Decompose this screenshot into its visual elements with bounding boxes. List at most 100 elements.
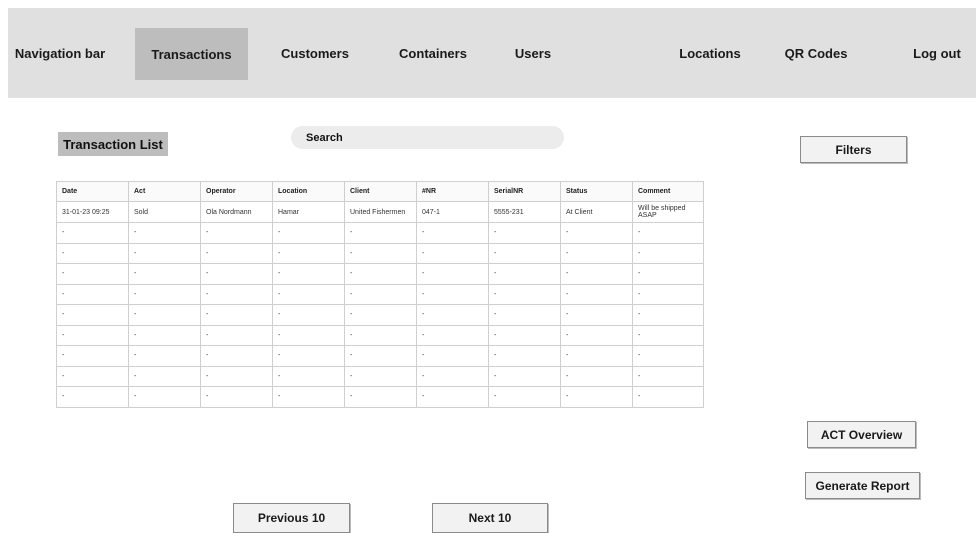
table-cell: - <box>488 222 561 244</box>
table-cell: - <box>272 242 345 264</box>
table-cell: - <box>560 386 633 408</box>
table-cell: - <box>488 263 561 285</box>
nav-tab-customers[interactable]: Customers <box>270 8 360 98</box>
column-header[interactable]: Status <box>560 181 633 202</box>
column-header[interactable]: Location <box>272 181 345 202</box>
table-cell: - <box>488 324 561 346</box>
column-header[interactable]: #NR <box>416 181 489 202</box>
table-cell: - <box>488 283 561 305</box>
table-cell: - <box>128 345 201 367</box>
search-input[interactable]: Search <box>291 126 564 149</box>
table-cell: - <box>56 263 129 285</box>
table-row[interactable]: --------- <box>56 365 704 387</box>
navigation-bar: Navigation bar Transactions Customers Co… <box>8 8 976 98</box>
table-row[interactable]: --------- <box>56 345 704 367</box>
search-label: Search <box>306 131 343 144</box>
table-cell: Sold <box>128 201 201 223</box>
table-cell: - <box>272 283 345 305</box>
table-cell: - <box>56 283 129 305</box>
nav-tab-locations[interactable]: Locations <box>670 8 750 98</box>
table-cell: - <box>56 345 129 367</box>
column-header[interactable]: Client <box>344 181 417 202</box>
table-cell: Hamar <box>272 201 345 223</box>
table-cell: - <box>200 283 273 305</box>
column-header[interactable]: Act <box>128 181 201 202</box>
table-cell: - <box>128 304 201 326</box>
table-cell: - <box>560 324 633 346</box>
table-cell: - <box>272 263 345 285</box>
table-cell: - <box>560 283 633 305</box>
table-cell: - <box>56 386 129 408</box>
column-header[interactable]: Operator <box>200 181 273 202</box>
table-cell: - <box>128 365 201 387</box>
column-header[interactable]: Date <box>56 181 129 202</box>
table-row[interactable]: --------- <box>56 283 704 305</box>
table-cell: - <box>344 345 417 367</box>
nav-log-out[interactable]: Log out <box>906 8 968 98</box>
table-cell: - <box>200 304 273 326</box>
table-cell: - <box>272 324 345 346</box>
table-row[interactable]: 31-01-23 09:25 Sold Ola Nordmann Hamar Unite… <box>56 201 704 223</box>
column-header[interactable]: Comment <box>632 181 704 202</box>
table-cell: - <box>416 324 489 346</box>
table-cell: - <box>560 365 633 387</box>
table-cell: - <box>632 386 704 408</box>
table-cell: - <box>56 242 129 264</box>
table-cell: - <box>128 242 201 264</box>
table-cell: - <box>488 304 561 326</box>
nav-tab-containers[interactable]: Containers <box>388 8 478 98</box>
nav-tab-transactions[interactable]: Transactions <box>135 28 248 80</box>
nav-bar-label: Navigation bar <box>14 45 106 61</box>
act-overview-button[interactable]: ACT Overview <box>807 421 916 448</box>
table-cell: - <box>632 242 704 264</box>
table-row[interactable]: --------- <box>56 222 704 244</box>
table-cell: - <box>272 386 345 408</box>
nav-tab-qr-codes[interactable]: QR Codes <box>780 8 852 98</box>
table-cell: - <box>560 345 633 367</box>
table-cell: Ola Nordmann <box>200 201 273 223</box>
table-cell: - <box>344 365 417 387</box>
table-cell: - <box>200 324 273 346</box>
table-cell: - <box>632 222 704 244</box>
table-cell: - <box>632 304 704 326</box>
table-cell: - <box>200 386 273 408</box>
nav-tab-users[interactable]: Users <box>503 8 563 98</box>
table-cell: - <box>272 365 345 387</box>
table-cell: - <box>632 345 704 367</box>
table-cell: - <box>344 283 417 305</box>
table-cell: - <box>344 222 417 244</box>
table-cell: - <box>200 365 273 387</box>
column-header[interactable]: SerialNR <box>488 181 561 202</box>
table-cell: - <box>128 283 201 305</box>
table-cell: - <box>560 304 633 326</box>
table-cell: - <box>632 365 704 387</box>
generate-report-button[interactable]: Generate Report <box>805 472 920 499</box>
table-cell: - <box>416 283 489 305</box>
table-cell: Will be shipped ASAP <box>632 201 704 223</box>
table-cell: - <box>632 283 704 305</box>
table-cell: - <box>488 345 561 367</box>
table-cell: - <box>488 386 561 408</box>
table-cell: - <box>416 222 489 244</box>
table-row[interactable]: --------- <box>56 242 704 264</box>
table-cell: - <box>560 263 633 285</box>
table-row[interactable]: --------- <box>56 324 704 346</box>
table-cell: - <box>128 324 201 346</box>
table-cell: At Client <box>560 201 633 223</box>
table-cell: 047-1 <box>416 201 489 223</box>
table-cell: - <box>416 304 489 326</box>
next-page-button[interactable]: Next 10 <box>432 503 548 533</box>
table-cell: - <box>128 386 201 408</box>
table-cell: - <box>272 222 345 244</box>
table-cell: - <box>200 242 273 264</box>
table-header-row: Date Act Operator Location Client #NR Se… <box>56 181 704 202</box>
table-row[interactable]: --------- <box>56 304 704 326</box>
filters-button[interactable]: Filters <box>800 136 907 163</box>
table-cell: - <box>632 324 704 346</box>
table-cell: 5555-231 <box>488 201 561 223</box>
table-cell: - <box>344 324 417 346</box>
previous-page-button[interactable]: Previous 10 <box>233 503 350 533</box>
table-cell: - <box>416 365 489 387</box>
table-row[interactable]: --------- <box>56 263 704 285</box>
table-row[interactable]: --------- <box>56 386 704 408</box>
